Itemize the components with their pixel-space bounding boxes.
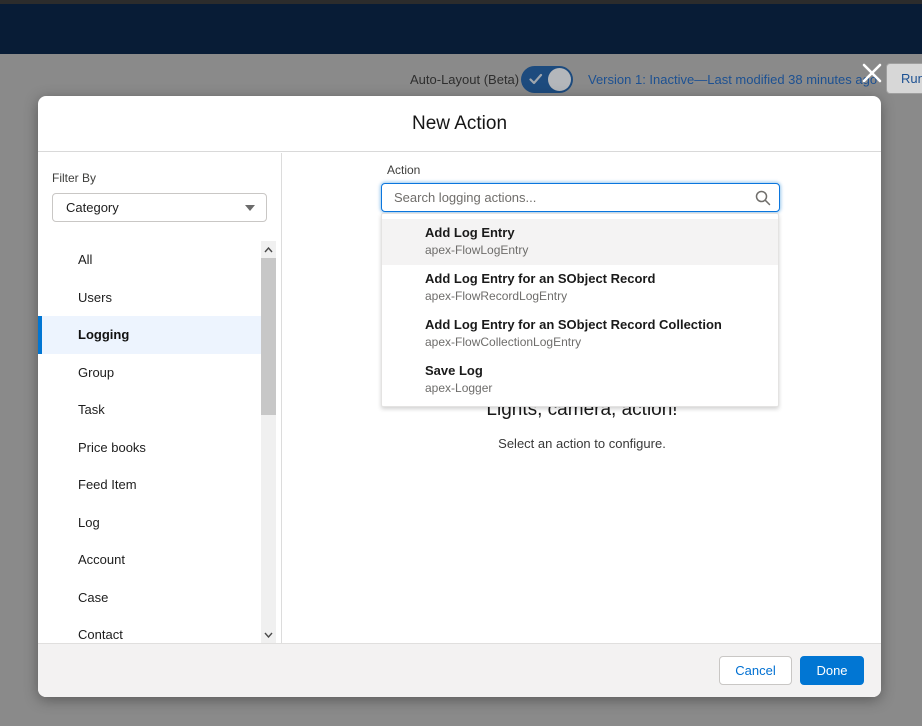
category-item-group[interactable]: Group (38, 354, 261, 392)
action-option-title: Add Log Entry for an SObject Record Coll… (425, 316, 768, 334)
action-label: Action (387, 163, 420, 177)
run-button[interactable]: Run (886, 63, 922, 94)
auto-layout-toggle[interactable] (521, 66, 573, 93)
chevron-down-icon (245, 205, 255, 211)
empty-state-subtext: Select an action to configure. (283, 436, 881, 451)
action-option-subtitle: apex-FlowLogEntry (425, 242, 768, 259)
category-item-all[interactable]: All (38, 241, 261, 279)
toggle-knob (548, 68, 571, 91)
search-icon (755, 190, 771, 206)
category-item-log[interactable]: Log (38, 504, 261, 542)
action-options-list: Add Log Entryapex-FlowLogEntryAdd Log En… (381, 213, 779, 407)
category-list: AllUsersLoggingGroupTaskPrice booksFeed … (38, 241, 261, 643)
action-option-title: Add Log Entry (425, 224, 768, 242)
category-item-feed-item[interactable]: Feed Item (38, 466, 261, 504)
category-dropdown-value: Category (66, 194, 119, 221)
check-icon (529, 73, 543, 86)
category-item-contact[interactable]: Contact (38, 616, 261, 643)
modal-header: New Action (38, 96, 881, 152)
action-option-title: Add Log Entry for an SObject Record (425, 270, 768, 288)
category-item-account[interactable]: Account (38, 541, 261, 579)
cancel-button[interactable]: Cancel (719, 656, 792, 685)
auto-layout-label: Auto-Layout (Beta) (410, 72, 519, 87)
action-option-subtitle: apex-FlowRecordLogEntry (425, 288, 768, 305)
done-button[interactable]: Done (800, 656, 864, 685)
scroll-up-icon[interactable] (261, 242, 276, 257)
screen: Auto-Layout (Beta) Version 1: Inactive—L… (0, 0, 922, 726)
app-header-bar (0, 4, 922, 54)
new-action-modal: New Action Filter By Category AllUsersLo… (38, 96, 881, 697)
category-list-scrollbar[interactable] (261, 241, 276, 643)
action-option[interactable]: Add Log Entry for an SObject Recordapex-… (382, 265, 778, 311)
action-option[interactable]: Add Log Entryapex-FlowLogEntry (382, 219, 778, 265)
action-pane: Action Add Log Entryapex-FlowLogEntryAdd… (283, 153, 881, 643)
filter-by-label: Filter By (52, 171, 96, 185)
filter-sidebar: Filter By Category AllUsersLoggingGroupT… (38, 153, 282, 643)
modal-body: Filter By Category AllUsersLoggingGroupT… (38, 153, 881, 643)
version-status-link[interactable]: Version 1: Inactive—Last modified 38 min… (588, 72, 877, 87)
action-option-subtitle: apex-FlowCollectionLogEntry (425, 334, 768, 351)
action-option-subtitle: apex-Logger (425, 380, 768, 397)
close-icon[interactable] (858, 59, 886, 87)
action-search (381, 183, 780, 212)
category-dropdown[interactable]: Category (52, 193, 267, 222)
action-option[interactable]: Save Logapex-Logger (382, 357, 778, 403)
action-search-input[interactable] (381, 183, 780, 212)
modal-footer: Cancel Done (38, 643, 881, 697)
action-option-title: Save Log (425, 362, 768, 380)
category-item-price-books[interactable]: Price books (38, 429, 261, 467)
category-item-case[interactable]: Case (38, 579, 261, 617)
category-item-task[interactable]: Task (38, 391, 261, 429)
modal-title: New Action (38, 96, 881, 151)
scrollbar-thumb[interactable] (261, 258, 276, 415)
scroll-down-icon[interactable] (261, 627, 276, 642)
action-option[interactable]: Add Log Entry for an SObject Record Coll… (382, 311, 778, 357)
category-item-users[interactable]: Users (38, 279, 261, 317)
category-item-logging[interactable]: Logging (38, 316, 261, 354)
